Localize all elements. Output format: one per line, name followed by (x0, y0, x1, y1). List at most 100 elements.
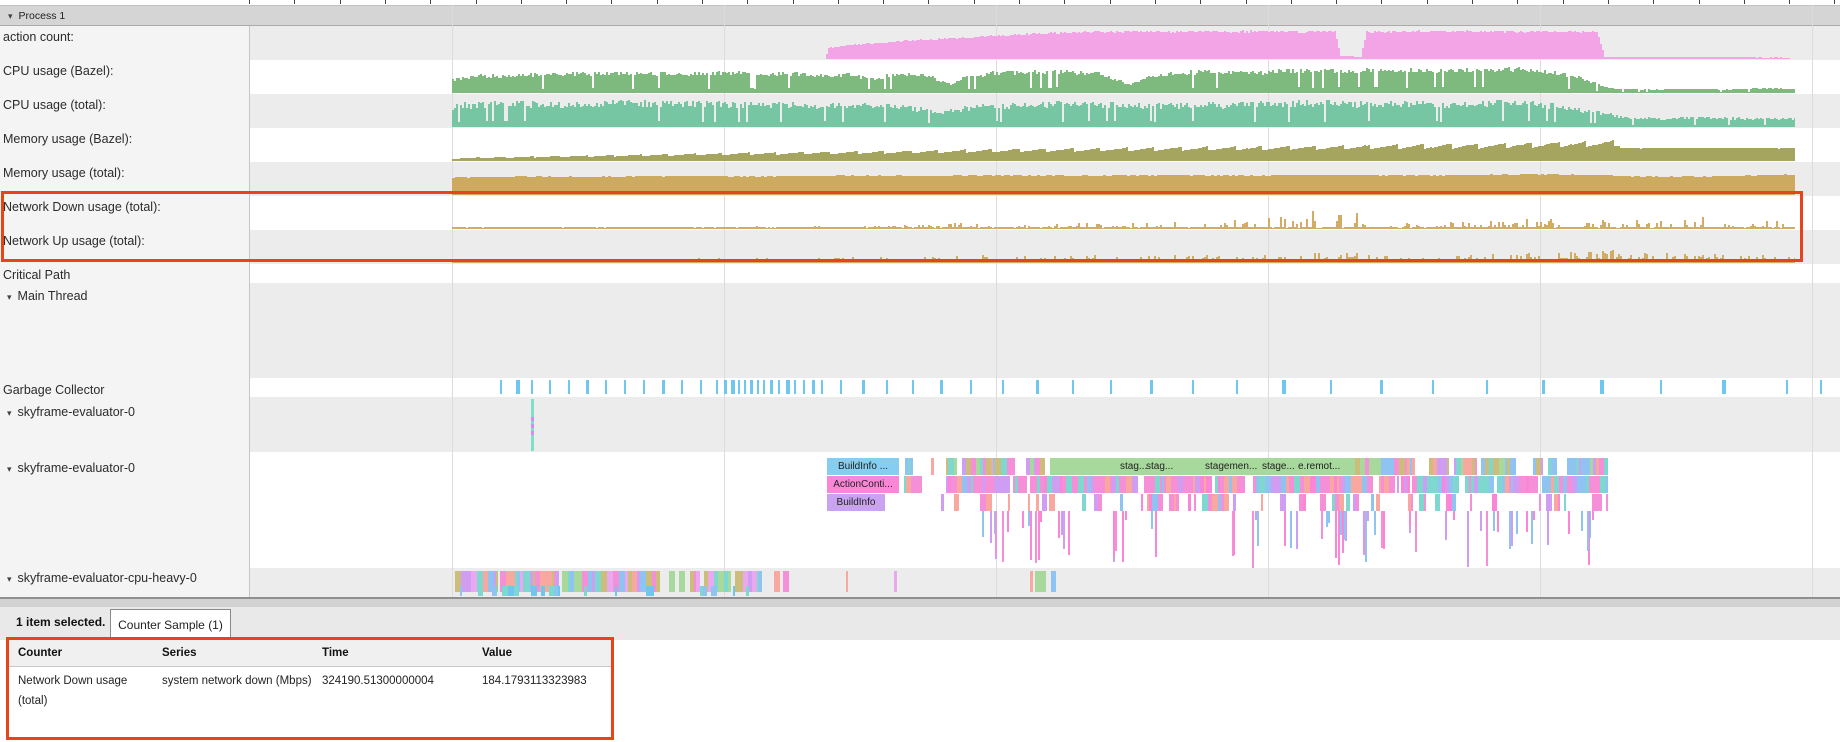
ruler-tick (521, 0, 522, 4)
sidebar-item-garbage-collector[interactable]: Garbage Collector (3, 383, 104, 397)
trace-viewer: ▾Process 1 action 'Creatin...action 'Gen… (0, 0, 1840, 742)
skyframe-event-label: stagemen... (1205, 459, 1257, 474)
skyframe-stripe (1546, 494, 1552, 511)
sidebar-item-action-count[interactable]: action count: (3, 30, 74, 44)
cpu-heavy-stripe (894, 571, 897, 592)
gc-tick (1036, 380, 1039, 394)
sidebar-item-skyframe-evaluator-0[interactable]: ▾skyframe-evaluator-0 (7, 461, 135, 476)
skyframe-child-line (1365, 511, 1367, 562)
collapse-icon[interactable]: ▾ (7, 408, 12, 418)
skyframe-stripe (1346, 494, 1350, 511)
collapse-icon[interactable]: ▾ (7, 292, 12, 302)
ruler-tick (747, 0, 748, 4)
skyframe-child-line (1125, 511, 1127, 520)
sidebar-item-cpu-usage-total[interactable]: CPU usage (total): (3, 98, 106, 112)
ruler-tick (1834, 0, 1835, 4)
cpu-heavy-substripe (514, 586, 519, 596)
process-label: Process 1 (19, 10, 66, 22)
skyframe-stripe (1141, 494, 1143, 511)
sidebar-item-critical-path[interactable]: Critical Path (3, 268, 70, 282)
gc-tick (778, 380, 780, 394)
ruler-tick (1200, 0, 1201, 4)
skyframe-event-label: stag... (1120, 459, 1147, 474)
skyframe-stripe (1036, 494, 1039, 511)
sidebar-item-label: Main Thread (18, 289, 88, 303)
ruler-tick (249, 0, 250, 4)
skyframe-child-line (1284, 511, 1286, 546)
skyframe-child-line (1497, 511, 1499, 532)
skyframe-stripe (1082, 494, 1086, 511)
gc-tick (605, 380, 607, 394)
gc-tick (500, 380, 502, 394)
table-header-row (9, 640, 611, 667)
skyframe-child-line (1467, 511, 1469, 567)
cpu-heavy-stripe (1041, 571, 1046, 592)
col-header-time: Time (322, 647, 349, 659)
cpu-heavy-stripe (846, 571, 848, 592)
track-garbage-collector[interactable] (0, 380, 1840, 394)
track-row-bg (249, 264, 1840, 283)
skyframe-event-chip[interactable]: BuildInfo ... (827, 458, 899, 475)
sidebar-item-label: CPU usage (Bazel): (3, 64, 113, 78)
skyframe-child-line (1040, 511, 1042, 522)
skyframe-child-line (1338, 511, 1340, 565)
ruler-tick (657, 0, 658, 4)
cell-series: system network down (Mbps) (162, 671, 312, 691)
skyframe-event-chip[interactable]: ActionConti... (827, 476, 899, 493)
cpu-heavy-substripe (478, 586, 483, 596)
skyframe-child-line (1453, 511, 1455, 520)
skyframe-event-label: e.remot... (1298, 459, 1340, 474)
ruler-tick (1789, 0, 1790, 4)
skyframe-stripe (1539, 494, 1541, 511)
sidebar-item-memory-usage-bazel[interactable]: Memory usage (Bazel): (3, 132, 132, 146)
skyframe-child-line (1257, 511, 1259, 546)
selection-status: 1 item selected. (16, 615, 105, 629)
ruler-tick (1064, 0, 1065, 4)
skyframe-stripe (920, 476, 922, 493)
skyframe-event-chip[interactable]: BuildInfo (827, 494, 885, 511)
process-header[interactable]: ▾Process 1 (0, 5, 1840, 26)
detail-panel-tabstrip: 1 item selected. Counter Sample (1) (0, 607, 1840, 640)
gc-tick (1542, 380, 1545, 394)
collapse-icon[interactable]: ▾ (7, 464, 12, 474)
col-header-series: Series (162, 647, 197, 659)
skyframe-green-group-bar[interactable]: stag...stag...stagemen...stage...e.remot… (1050, 458, 1355, 475)
skyframe-child-line (1155, 511, 1157, 557)
skyframe-stripe (1005, 476, 1010, 493)
ruler-tick (1427, 0, 1428, 4)
skyframe-child-line (1321, 511, 1323, 539)
sidebar-item-cpu-usage-bazel[interactable]: CPU usage (Bazel): (3, 64, 113, 78)
skyframe-stripe (1339, 494, 1344, 511)
cpu-heavy-substripe (703, 586, 707, 596)
collapse-icon[interactable]: ▾ (7, 574, 12, 584)
skyframe-child-line (1326, 511, 1328, 527)
sidebar-item-label: Garbage Collector (3, 383, 104, 397)
gc-tick (744, 380, 746, 394)
skyframe-stripe (1534, 476, 1538, 493)
sidebar-item-main-thread[interactable]: ▾ Main Thread (7, 289, 87, 304)
gc-tick (1380, 380, 1383, 394)
gc-tick (586, 380, 589, 394)
counter-chart-memory-usage-bazel[interactable] (452, 128, 1795, 162)
skyframe-stripe (1558, 494, 1560, 511)
gc-tick (700, 380, 702, 394)
sidebar-item-label: action count: (3, 30, 74, 44)
gc-tick (549, 380, 551, 394)
skyframe-stripe (1320, 494, 1326, 511)
skyframe-child-line (1480, 511, 1482, 531)
counter-chart-action-count[interactable] (452, 26, 1795, 60)
skyframe-stripe (1452, 494, 1456, 511)
gridline (1812, 5, 1813, 597)
sidebar-item-skyframe-evaluator-cpu-heavy-0[interactable]: ▾skyframe-evaluator-cpu-heavy-0 (7, 571, 197, 586)
skyframe-child-line (1415, 511, 1417, 552)
skyframe-child-line (1328, 511, 1330, 523)
counter-chart-cpu-usage-bazel[interactable] (452, 60, 1795, 94)
sidebar-item-memory-usage-total[interactable]: Memory usage (total): (3, 166, 125, 180)
counter-chart-cpu-usage-total[interactable] (452, 94, 1795, 128)
sidebar-item-skyframe-evaluator-0[interactable]: ▾skyframe-evaluator-0 (7, 405, 135, 420)
skyframe-stripe (910, 458, 913, 475)
cpu-heavy-substripe (711, 586, 717, 596)
gc-tick (1820, 380, 1822, 394)
skyframe-stripe (1389, 476, 1395, 493)
skyframe-child-line (1516, 511, 1518, 534)
